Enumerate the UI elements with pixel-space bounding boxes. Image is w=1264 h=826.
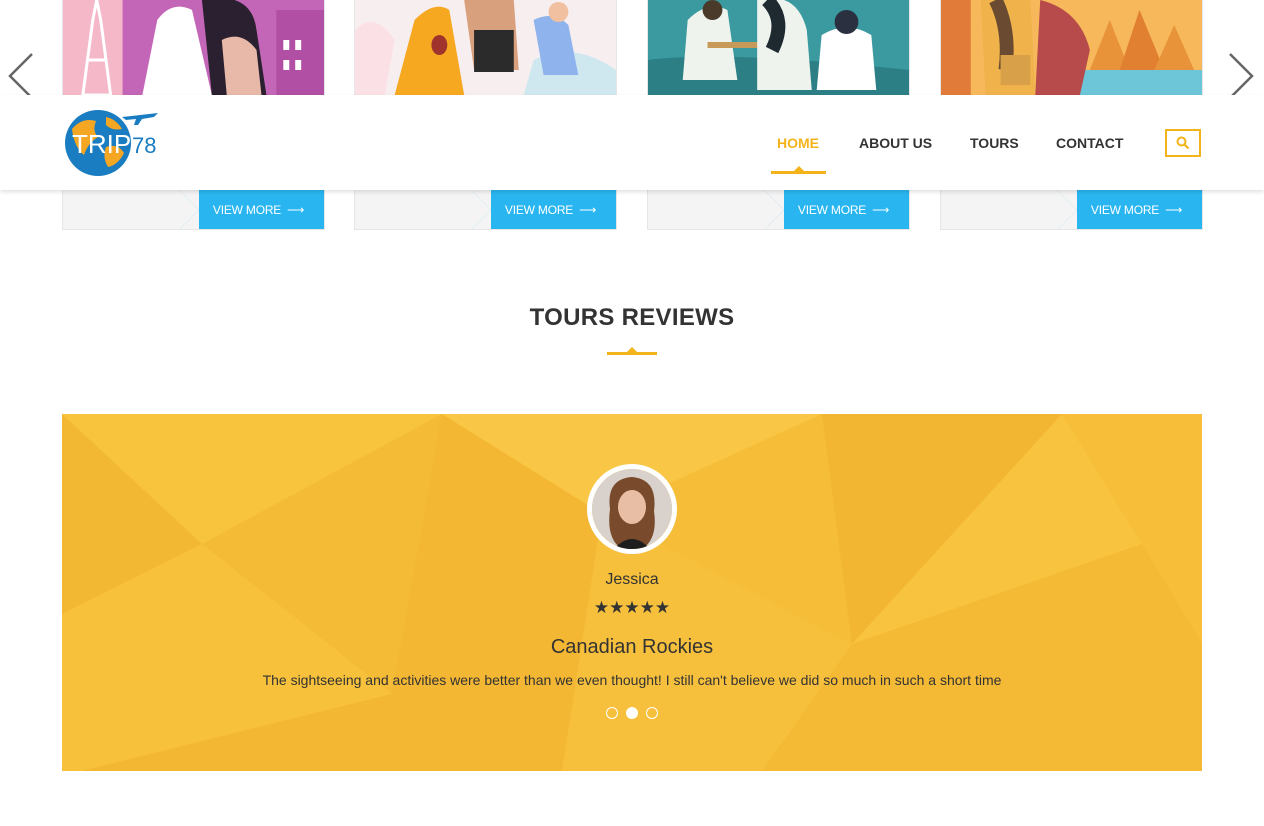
- tour-card-image[interactable]: [355, 0, 616, 95]
- tour-card-image[interactable]: [63, 0, 324, 95]
- arrow-right-icon: ⟶: [579, 203, 597, 217]
- view-more-button[interactable]: VIEW MORE ⟶: [179, 190, 324, 229]
- view-more-label: VIEW MORE: [1090, 203, 1160, 217]
- view-more-label: VIEW MORE: [504, 203, 574, 217]
- review-text: The sightseeing and activities were bett…: [262, 672, 1002, 688]
- nav-active-indicator: [771, 166, 826, 174]
- logo-text: TRIP: [72, 129, 131, 159]
- title-divider: [607, 347, 657, 355]
- site-header: TRIP 78 HOME ABOUT US TOURS CONTACT: [0, 95, 1264, 190]
- review-slider: Jessica ★★★★★ Canadian Rockies The sight…: [62, 414, 1202, 771]
- tour-card-image[interactable]: [648, 0, 909, 95]
- arrow-right-icon: ⟶: [287, 203, 305, 217]
- nav-contact[interactable]: CONTACT: [1056, 135, 1123, 151]
- slider-dot[interactable]: [646, 707, 658, 719]
- carousel-prev-arrow-icon[interactable]: [6, 52, 36, 100]
- tour-card-image[interactable]: [941, 0, 1202, 95]
- reviewer-avatar: [587, 464, 677, 554]
- carousel-next-arrow-icon[interactable]: [1226, 52, 1256, 100]
- view-more-button[interactable]: VIEW MORE ⟶: [764, 190, 909, 229]
- view-more-label: VIEW MORE: [797, 203, 867, 217]
- slider-pagination: [605, 707, 659, 721]
- logo-number: 78: [132, 133, 156, 158]
- arrow-right-icon: ⟶: [1165, 203, 1183, 217]
- review-tour-name: Canadian Rockies: [550, 636, 714, 658]
- search-icon: [1176, 136, 1190, 150]
- slider-dot[interactable]: [606, 707, 618, 719]
- view-more-button[interactable]: VIEW MORE ⟶: [471, 190, 616, 229]
- nav-tours[interactable]: TOURS: [970, 135, 1019, 151]
- slider-dot-active[interactable]: [626, 707, 638, 719]
- reviewer-name: Jessica: [605, 571, 659, 588]
- arrow-right-icon: ⟶: [872, 203, 890, 217]
- section-title: TOURS REVIEWS: [529, 304, 735, 331]
- search-button[interactable]: [1165, 129, 1201, 157]
- nav-home[interactable]: HOME: [777, 135, 819, 151]
- view-more-label: VIEW MORE: [212, 203, 282, 217]
- rating-stars-icon: ★★★★★: [593, 598, 671, 617]
- trip78-logo[interactable]: TRIP 78: [62, 107, 162, 179]
- nav-about-us[interactable]: ABOUT US: [859, 135, 932, 151]
- view-more-button[interactable]: VIEW MORE ⟶: [1057, 190, 1202, 229]
